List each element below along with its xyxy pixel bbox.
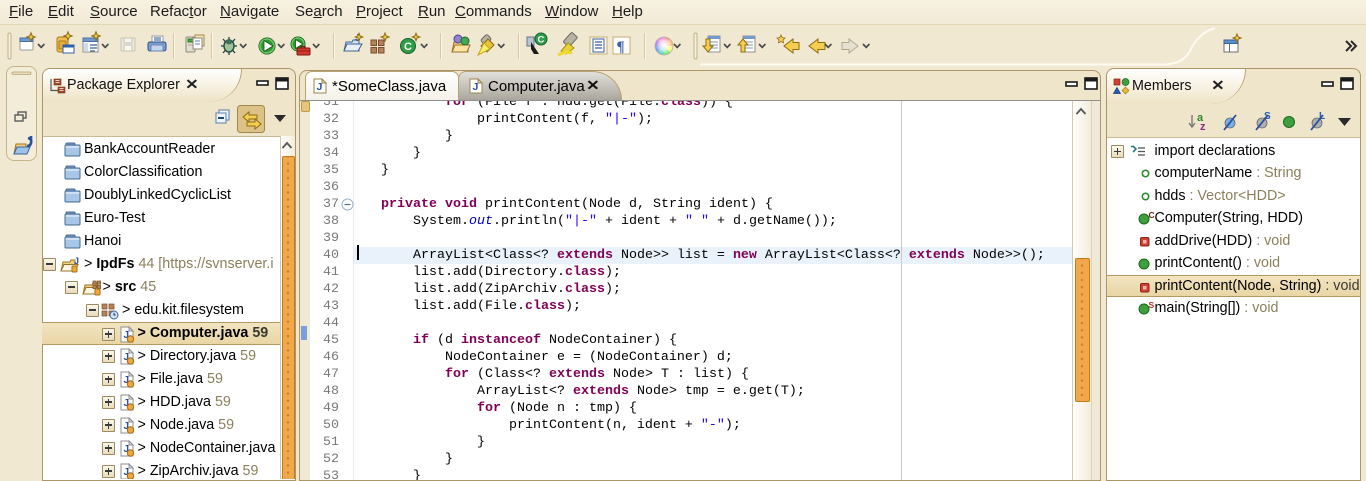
svg-text:J: J <box>317 81 323 93</box>
svg-text:z: z <box>1200 121 1206 133</box>
svg-text:J: J <box>74 256 79 266</box>
svg-text:J: J <box>473 81 479 93</box>
svg-text:C: C <box>538 35 545 46</box>
svg-text:C: C <box>404 41 412 53</box>
svg-text:¶: ¶ <box>617 39 625 55</box>
